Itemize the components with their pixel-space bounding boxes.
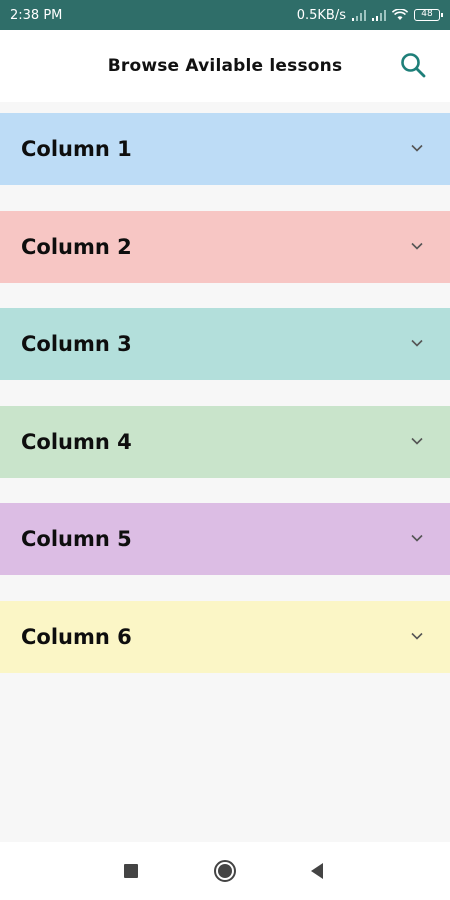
home-button[interactable] [205,842,245,900]
column-label: Column 3 [21,332,132,356]
chevron-down-icon [411,437,423,445]
column-item-2[interactable]: Column 2 [0,210,450,283]
battery-level: 48 [421,9,433,19]
column-label: Column 5 [21,527,132,551]
app-bar: Browse Avilable lessons [0,30,450,102]
status-time: 2:38 PM [10,7,63,23]
chevron-down-icon [411,534,423,542]
search-button[interactable] [398,50,428,80]
column-label: Column 2 [21,234,132,259]
signal-icon [352,9,366,21]
lesson-column-list: Column 1 Column 2 Column 3 Column 4 Colu… [0,113,450,698]
column-item-3[interactable]: Column 3 [0,308,450,380]
status-icons: 0.5KB/s 48 [296,7,443,23]
back-icon [311,863,323,879]
column-item-4[interactable]: Column 4 [0,405,450,478]
column-label: Column 1 [21,137,132,161]
column-label: Column 6 [21,624,132,649]
column-item-1[interactable]: Column 1 [0,113,450,185]
battery-icon: 48 [414,9,443,21]
network-speed: 0.5KB/s [296,7,346,23]
page-title: Browse Avilable lessons [107,56,343,76]
recent-apps-icon [124,864,138,878]
wifi-icon [392,9,408,20]
column-item-6[interactable]: Column 6 [0,600,450,673]
system-nav-bar [0,842,450,900]
signal-icon [372,9,386,21]
chevron-down-icon [411,339,423,347]
home-icon [214,860,236,882]
chevron-down-icon [411,144,423,152]
chevron-down-icon [411,242,423,250]
back-button[interactable] [297,842,337,900]
search-icon [401,53,426,78]
status-bar: 2:38 PM 0.5KB/s 48 [0,0,450,30]
recent-apps-button[interactable] [111,842,151,900]
column-item-5[interactable]: Column 5 [0,503,450,575]
chevron-down-icon [411,632,423,640]
column-label: Column 4 [21,429,132,454]
